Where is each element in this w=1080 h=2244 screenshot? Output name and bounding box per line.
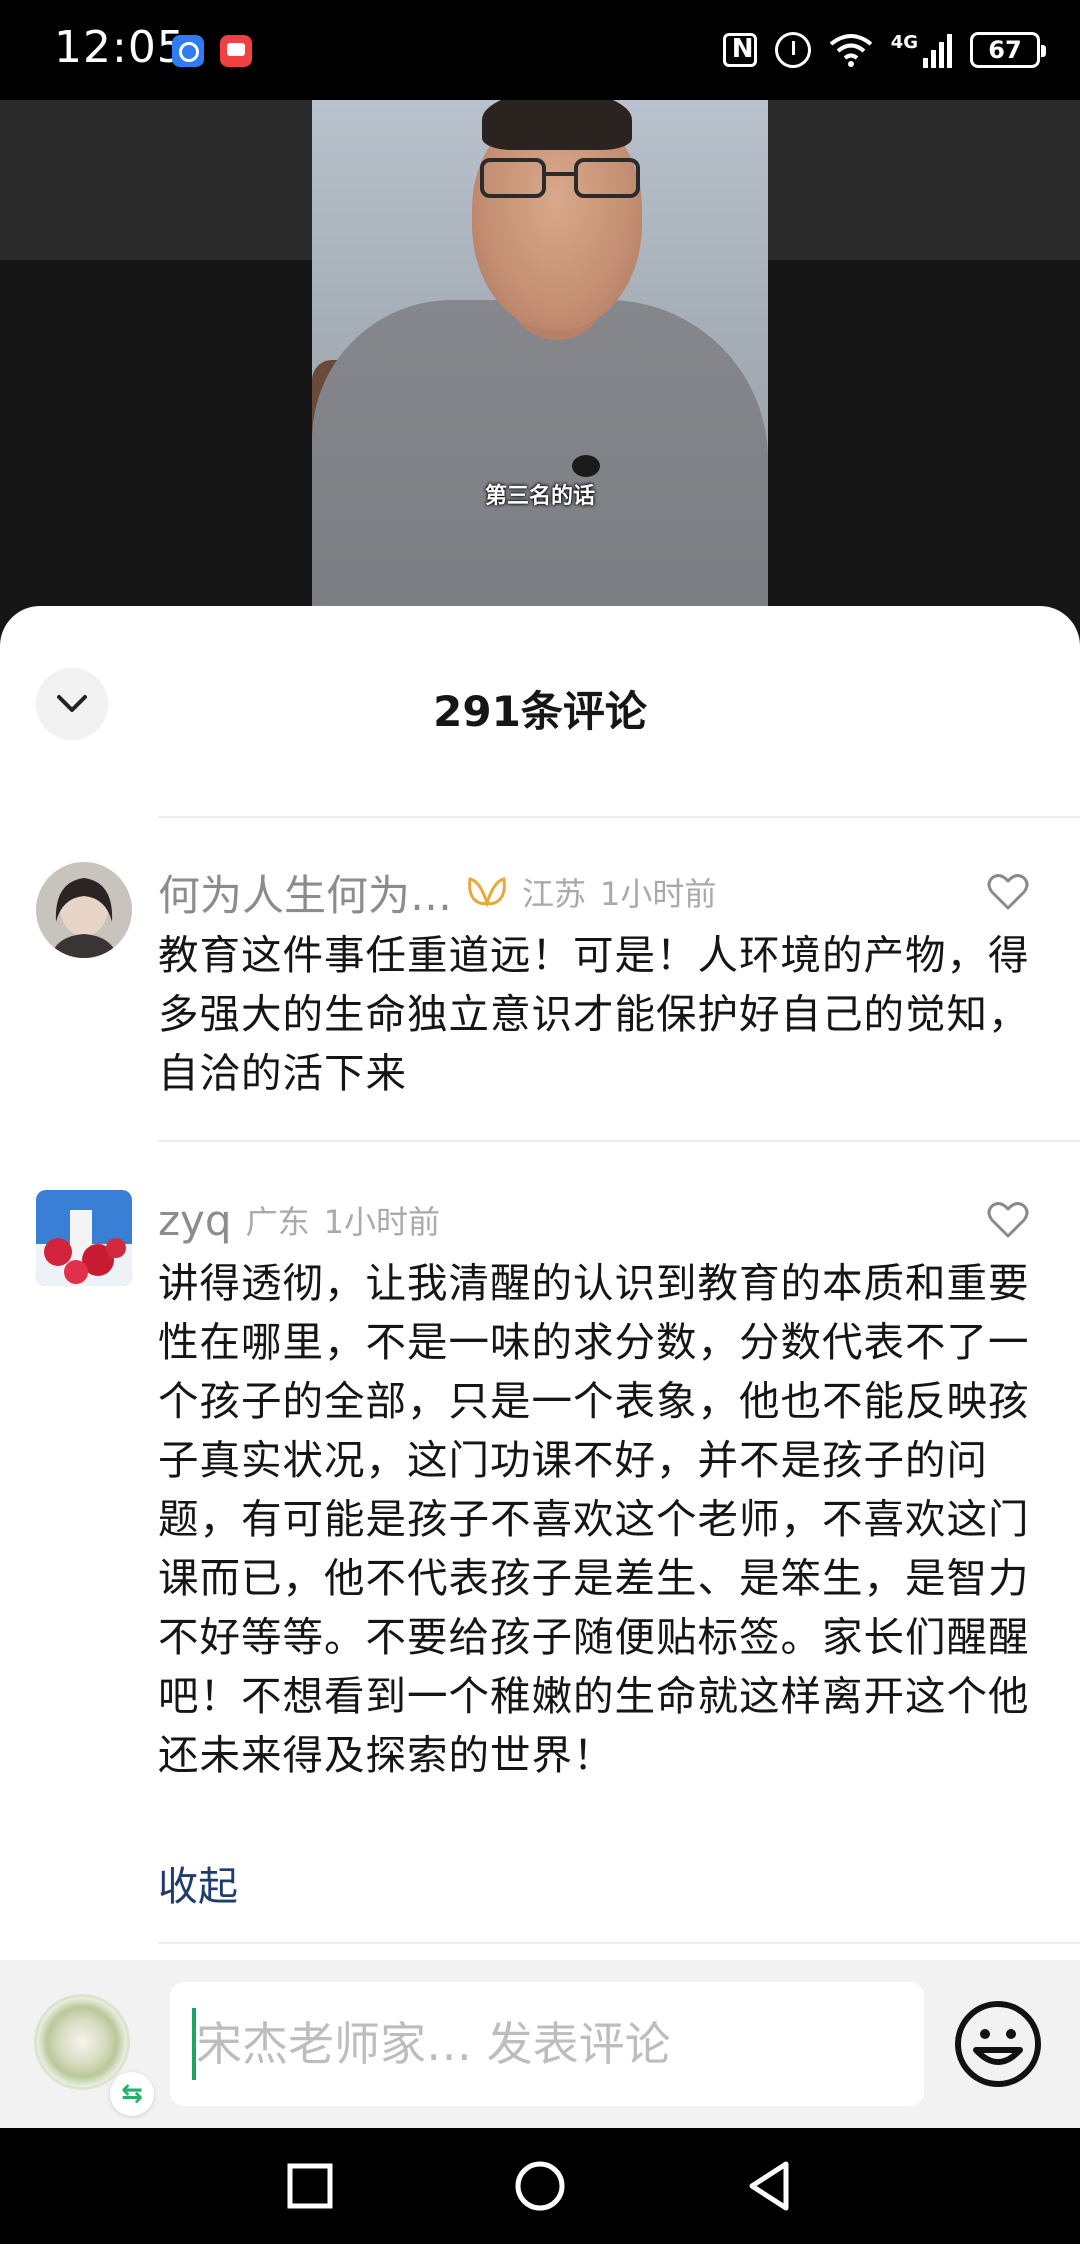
glasses-bridge	[546, 172, 574, 176]
like-heart-icon[interactable]	[986, 1200, 1030, 1240]
status-time: 12:05	[54, 22, 186, 73]
comment-sheet-header: 291条评论	[0, 606, 1080, 806]
signal-icon: 4G	[891, 32, 952, 68]
glasses-shape	[480, 158, 640, 202]
avatar-photo	[36, 862, 132, 958]
emoji-icon[interactable]	[950, 1996, 1046, 2092]
signal-bar	[923, 58, 928, 68]
comment-location: 广东	[245, 1203, 310, 1241]
video-subtitle: 第三名的话	[484, 484, 595, 509]
comment-item: 何为人生何为… 江苏 1小时前 教育这件事任重道远！可是！人环境的产物，得多强大…	[0, 862, 1080, 1162]
comment-input[interactable]	[170, 1982, 924, 2106]
comment-location: 江苏	[522, 875, 587, 913]
alarm-icon	[774, 32, 811, 68]
avatar-photo	[36, 1190, 132, 1286]
divider	[158, 816, 1080, 818]
avatar[interactable]	[36, 1190, 132, 1286]
comment-meta: 何为人生何为… 江苏 1小时前	[158, 862, 716, 922]
divider	[158, 1140, 1080, 1142]
lapel-mic-shape	[572, 455, 600, 477]
comment-item: zyq 广东 1小时前 讲得透彻，让我清醒的认识到教育的本质和重要性在哪里，不是…	[0, 1190, 1080, 1970]
collapse-comment-link[interactable]: 收起	[158, 1854, 238, 1912]
comment-text[interactable]: 教育这件事任重道远！可是！人环境的产物，得多强大的生命独立意识才能保护好自己的觉…	[158, 926, 1038, 1103]
signal-bar	[947, 34, 952, 68]
my-avatar[interactable]	[34, 1994, 130, 2090]
text-caret	[192, 2008, 196, 2080]
switch-account-icon[interactable]: ⇆	[110, 2072, 154, 2116]
battery-level: 67	[988, 36, 1022, 64]
wifi-icon	[829, 34, 872, 67]
back-icon[interactable]	[742, 2158, 798, 2214]
avatar[interactable]	[36, 862, 132, 958]
glasses-lens	[574, 158, 640, 198]
comment-text[interactable]: 讲得透彻，让我清醒的认识到教育的本质和重要性在哪里，不是一味的求分数，分数代表不…	[158, 1254, 1038, 1785]
comment-username[interactable]: 何为人生何为…	[158, 862, 452, 923]
app-notification-icon	[172, 35, 204, 67]
signal-bar	[939, 42, 944, 68]
like-heart-icon[interactable]	[986, 872, 1030, 912]
comment-count-title: 291条评论	[433, 687, 647, 736]
video-frame[interactable]: 第三名的话	[312, 100, 768, 660]
comment-meta: zyq 广东 1小时前	[158, 1190, 440, 1250]
comment-username[interactable]: zyq	[158, 1196, 232, 1245]
message-notification-icon	[220, 35, 252, 67]
signal-bar	[931, 50, 936, 68]
person-hair-shape	[482, 100, 632, 150]
battery-icon: 67	[970, 32, 1046, 68]
divider	[158, 1942, 1080, 1944]
recent-apps-icon[interactable]	[282, 2158, 338, 2214]
comment-time: 1小时前	[323, 1203, 440, 1241]
butterfly-badge-icon	[468, 877, 506, 908]
home-icon[interactable]	[512, 2158, 568, 2214]
screen: 12:05 4G 67	[0, 0, 1080, 2244]
video-player[interactable]: 第三名的话	[0, 100, 1080, 660]
network-type: 4G	[890, 32, 918, 53]
status-bar: 12:05 4G 67	[0, 0, 1080, 100]
comment-time: 1小时前	[600, 875, 717, 913]
system-nav-bar	[0, 2128, 1080, 2244]
system-icons: 4G 67	[722, 26, 1046, 74]
glasses-lens	[480, 158, 546, 198]
comment-input-bar: ⇆	[0, 1960, 1080, 2128]
nfc-icon	[722, 33, 757, 67]
comment-sheet: 291条评论 何为人生何为… 江苏 1小时前 教育这件事任重道远！可是！人环境的…	[0, 606, 1080, 2126]
